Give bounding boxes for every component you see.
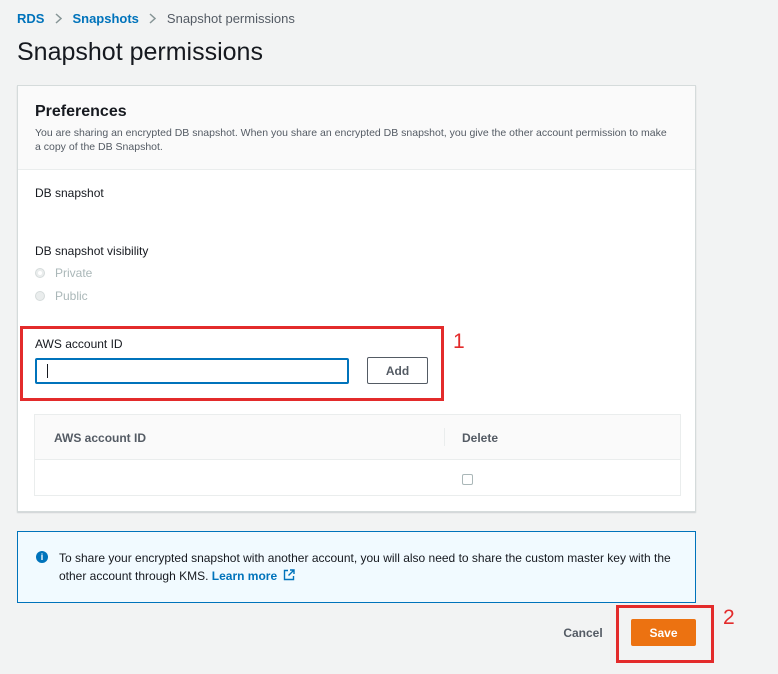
radio-public-label: Public (55, 289, 88, 303)
radio-public-indicator[interactable] (35, 291, 45, 301)
cancel-button[interactable]: Cancel (558, 622, 608, 644)
breadcrumb-link-snapshots[interactable]: Snapshots (72, 11, 138, 26)
learn-more-link[interactable]: Learn more (212, 569, 296, 583)
panel-title: Preferences (35, 103, 127, 120)
external-link-icon (284, 569, 296, 581)
annotation-box-1 (20, 326, 444, 401)
info-alert: i To share your encrypted snapshot with … (17, 531, 696, 603)
alert-text-block: To share your encrypted snapshot with an… (59, 549, 689, 585)
breadcrumb-link-rds[interactable]: RDS (17, 11, 44, 26)
visibility-label: DB snapshot visibility (35, 244, 149, 258)
preferences-panel: Preferences You are sharing an encrypted… (17, 85, 696, 512)
learn-more-label[interactable]: Learn more (212, 569, 277, 583)
alert-message: To share your encrypted snapshot with an… (59, 551, 671, 583)
page-title: Snapshot permissions (17, 38, 263, 66)
breadcrumb: RDS Snapshots Snapshot permissions (17, 10, 295, 26)
panel-header: Preferences You are sharing an encrypted… (18, 86, 695, 170)
db-snapshot-label: DB snapshot (35, 186, 104, 200)
annotation-number-2: 2 (723, 606, 735, 629)
panel-description: You are sharing an encrypted DB snapshot… (35, 127, 667, 153)
radio-private-indicator[interactable] (35, 268, 45, 278)
table-header: AWS account ID Delete (35, 415, 680, 460)
annotation-box-2 (616, 605, 714, 663)
radio-public[interactable]: Public (35, 289, 88, 303)
delete-checkbox[interactable] (462, 474, 473, 485)
annotation-number-1: 1 (453, 330, 465, 353)
chevron-right-icon (139, 12, 167, 24)
account-table: AWS account ID Delete (34, 414, 681, 496)
radio-private[interactable]: Private (35, 266, 92, 280)
breadcrumb-current: Snapshot permissions (166, 10, 295, 26)
column-header-delete: Delete (462, 431, 499, 445)
column-header-account-id: AWS account ID (54, 431, 147, 445)
chevron-right-icon (44, 12, 72, 24)
column-divider (444, 428, 445, 446)
radio-private-label: Private (55, 266, 93, 280)
info-icon: i (36, 551, 48, 563)
